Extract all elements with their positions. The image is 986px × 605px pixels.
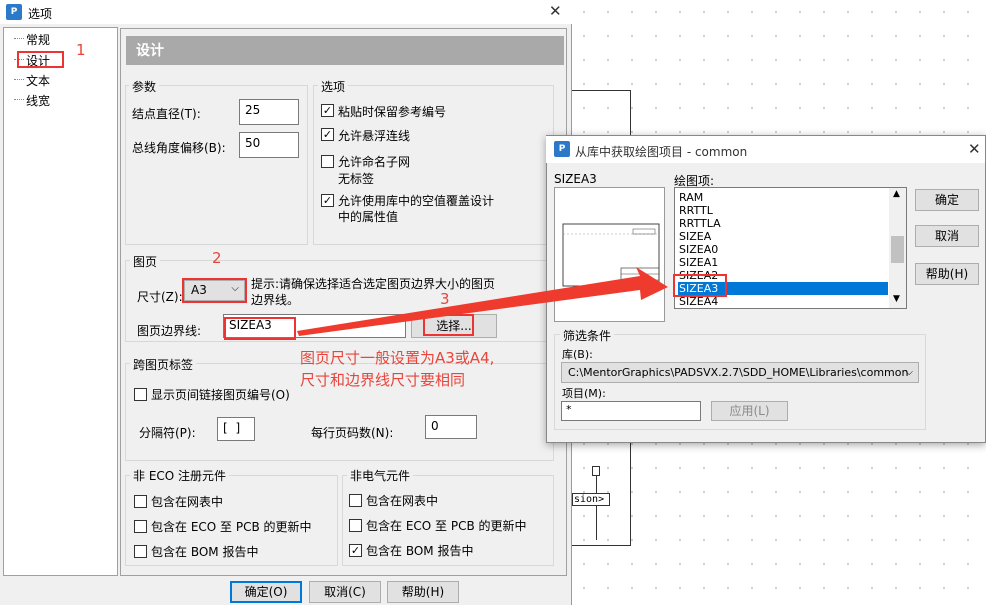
library-app-icon: P [554, 141, 570, 157]
annotation-number-3: 3 [440, 290, 450, 308]
non-eco-netlist-checkbox[interactable] [134, 495, 147, 508]
non-elec-eco-label: 包含在 ECO 至 PCB 的更新中 [366, 519, 527, 533]
show-links-label: 显示页间链接图页编号(O) [151, 388, 290, 402]
library-cancel-button[interactable]: 取消 [915, 225, 979, 247]
scroll-up-icon[interactable]: ▲ [893, 189, 900, 199]
scroll-down-icon[interactable]: ▼ [893, 294, 900, 304]
tree-connector [14, 79, 24, 80]
list-item[interactable]: RRTTL [678, 204, 888, 217]
per-line-label: 每行页码数(N): [311, 426, 394, 440]
preview-label: SIZEA3 [554, 172, 597, 186]
show-links-checkbox[interactable] [134, 388, 147, 401]
canvas-pin-box [592, 466, 600, 476]
annotation-number-1: 1 [76, 41, 86, 59]
highlight-sizea3 [673, 274, 727, 297]
paste-keep-refdes-checkbox[interactable]: ✓ [321, 104, 334, 117]
library-select-value: C:\MentorGraphics\PADSVX.2.7\SDD_HOME\Li… [568, 366, 909, 379]
preview-pane [554, 187, 665, 322]
annotation-note-line1: 图页尺寸一般设置为A3或A4, [300, 349, 495, 367]
tree-item-linewidth[interactable]: 线宽 [26, 92, 50, 109]
non-eco-bom-label: 包含在 BOM 报告中 [151, 545, 259, 559]
help-button[interactable]: 帮助(H) [387, 581, 459, 603]
non-electrical-title: 非电气元件 [347, 467, 414, 484]
node-diameter-field[interactable]: 25 [239, 99, 299, 125]
list-item[interactable]: SIZEA [678, 230, 888, 243]
options-titlebar [0, 0, 572, 24]
allow-null-override-checkbox[interactable]: ✓ [321, 194, 334, 207]
tree-connector [14, 99, 24, 100]
bus-angle-field[interactable]: 50 [239, 132, 299, 158]
scroll-thumb[interactable] [891, 236, 904, 263]
non-elec-eco-checkbox[interactable] [349, 519, 362, 532]
non-elec-bom-checkbox[interactable]: ✓ [349, 544, 362, 557]
library-label: 库(B): [562, 348, 593, 361]
non-eco-bom-checkbox[interactable] [134, 545, 147, 558]
library-close-icon[interactable]: ✕ [968, 141, 981, 157]
allow-floating-wires-label: 允许悬浮连线 [338, 129, 411, 143]
chevron-down-icon: ⌵ [905, 367, 913, 378]
params-title: 参数 [129, 78, 160, 95]
separator-label: 分隔符(P): [139, 426, 196, 440]
bus-angle-label: 总线角度偏移(B): [132, 141, 226, 155]
options-title: 选项 [318, 78, 349, 95]
cross-page-title: 跨图页标签 [130, 356, 197, 373]
library-help-button[interactable]: 帮助(H) [915, 263, 979, 285]
list-item[interactable]: SIZEA1 [678, 256, 888, 269]
non-eco-eco-label: 包含在 ECO 至 PCB 的更新中 [151, 520, 312, 534]
border-label: 图页边界线: [137, 324, 202, 338]
category-tree: 常规 设计 文本 线宽 [3, 27, 118, 576]
filter-title: 筛选条件 [560, 327, 615, 344]
non-eco-eco-checkbox[interactable] [134, 520, 147, 533]
library-ok-button[interactable]: 确定 [915, 189, 979, 211]
paste-keep-refdes-label: 粘贴时保留参考编号 [338, 105, 447, 119]
list-item[interactable]: RAM [678, 191, 888, 204]
cancel-button[interactable]: 取消(C) [309, 581, 381, 603]
panel-title: 设计 [126, 36, 564, 65]
app-icon: P [6, 4, 22, 20]
allow-floating-wires-checkbox[interactable]: ✓ [321, 128, 334, 141]
size-label: 尺寸(Z): [137, 290, 183, 304]
non-elec-netlist-label: 包含在网表中 [366, 494, 439, 508]
per-line-field[interactable]: 0 [425, 415, 477, 439]
annotation-note-line2: 尺寸和边界线尺寸要相同 [300, 371, 466, 389]
node-diameter-label: 结点直径(T): [132, 107, 201, 121]
ok-button[interactable]: 确定(O) [230, 581, 302, 603]
highlight-select [423, 314, 474, 336]
tree-item-general[interactable]: 常规 [26, 31, 50, 48]
library-select[interactable]: C:\MentorGraphics\PADSVX.2.7\SDD_HOME\Li… [561, 362, 919, 383]
separator-field[interactable]: [ ] [217, 417, 255, 441]
canvas-label: sion> [572, 493, 610, 506]
allow-null-override-label-2: 中的属性值 [338, 210, 399, 224]
non-elec-netlist-checkbox[interactable] [349, 494, 362, 507]
allow-named-subnets-label-2: 无标签 [338, 172, 375, 186]
allow-named-subnets-checkbox[interactable] [321, 155, 334, 168]
preview-drawing [562, 223, 660, 287]
annotation-number-2: 2 [212, 249, 222, 267]
non-elec-bom-label: 包含在 BOM 报告中 [366, 544, 474, 558]
allow-null-override-label: 允许使用库中的空值覆盖设计 [338, 194, 495, 208]
close-icon[interactable]: ✕ [549, 3, 562, 19]
list-item[interactable]: SIZEA0 [678, 243, 888, 256]
highlight-size [182, 278, 247, 303]
highlight-design [17, 51, 64, 68]
list-item[interactable]: RRTTLA [678, 217, 888, 230]
apply-button[interactable]: 应用(L) [711, 401, 788, 421]
dialog-title: 选项 [28, 7, 53, 21]
item-filter-field[interactable]: * [561, 401, 701, 421]
tree-connector [14, 38, 24, 39]
allow-named-subnets-label: 允许命名子网 [338, 155, 411, 169]
canvas-line [572, 545, 631, 546]
tree-item-text[interactable]: 文本 [26, 72, 50, 89]
non-eco-netlist-label: 包含在网表中 [151, 495, 224, 509]
list-scrollbar[interactable]: ▲ ▼ [889, 188, 906, 308]
library-dialog-title: 从库中获取绘图项目 - common [575, 145, 748, 159]
highlight-border [224, 317, 296, 340]
non-eco-title: 非 ECO 注册元件 [130, 467, 230, 484]
page-title: 图页 [130, 253, 161, 270]
hint-text-2: 边界线。 [251, 293, 300, 307]
item-filter-label: 项目(M): [562, 387, 606, 400]
canvas-line [572, 90, 631, 91]
hint-text: 提示:请确保选择适合选定图页边界大小的图页 [251, 277, 496, 291]
